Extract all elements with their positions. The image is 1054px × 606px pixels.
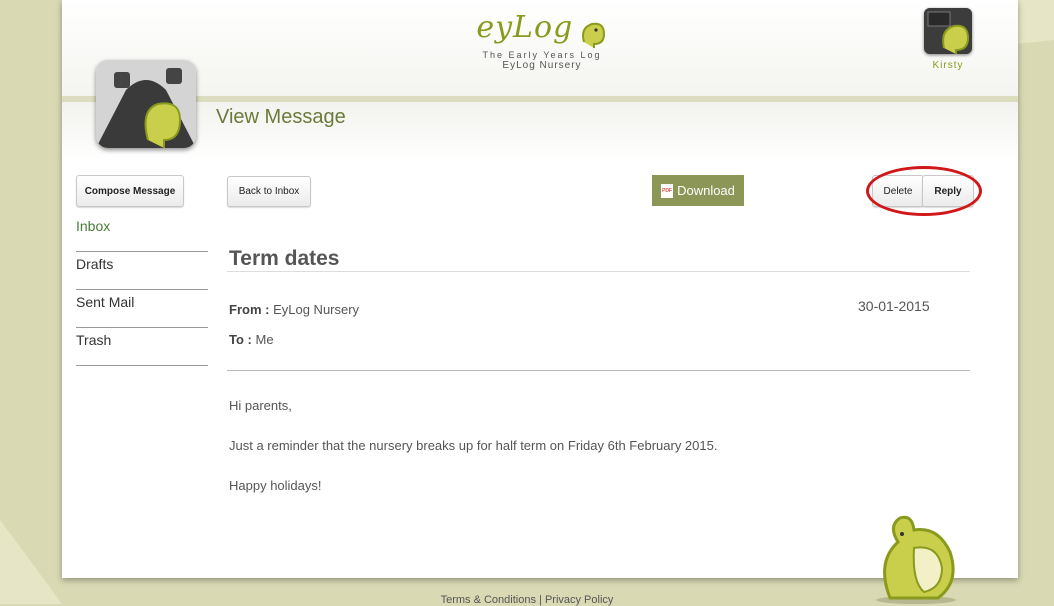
back-to-inbox-button[interactable]: Back to Inbox [227, 176, 311, 207]
sidebar-item-drafts[interactable]: Drafts [76, 252, 208, 290]
sidebar-item-sent-mail[interactable]: Sent Mail [76, 290, 208, 328]
download-button[interactable]: PDF Download [652, 175, 744, 206]
folder-list: Inbox Drafts Sent Mail Trash [76, 214, 208, 366]
title-band [62, 102, 1018, 162]
avatar[interactable] [924, 8, 972, 54]
download-label: Download [677, 183, 735, 198]
to-value: Me [255, 332, 274, 347]
page-title: View Message [216, 106, 346, 128]
page-container: eyLog The Early Years Log EyLog Nursery … [62, 0, 1018, 578]
terms-link[interactable]: Terms & Conditions [441, 594, 536, 606]
message-body-line: Just a reminder that the nursery breaks … [229, 438, 718, 453]
from-value: EyLog Nursery [273, 302, 360, 317]
footer: Terms & Conditions | Privacy Policy [0, 594, 1054, 606]
to-label: To : [229, 332, 252, 347]
sidebar-item-trash[interactable]: Trash [76, 328, 208, 366]
road-elephant-app-icon [96, 60, 196, 148]
highlight-circle [866, 166, 982, 216]
user-menu[interactable]: Kirsty [918, 8, 978, 71]
privacy-link[interactable]: Privacy Policy [545, 594, 613, 606]
message-body-line: Happy holidays! [229, 478, 322, 493]
user-name[interactable]: Kirsty [918, 60, 978, 71]
message-to: To : Me [229, 332, 274, 347]
footer-separator: | [539, 594, 542, 606]
logo-tagline: The Early Years Log [482, 49, 602, 60]
elephant-mascot-icon [876, 515, 956, 604]
pdf-icon: PDF [661, 183, 674, 198]
nursery-name: EyLog Nursery [502, 59, 582, 71]
header: eyLog The Early Years Log EyLog Nursery … [62, 0, 1018, 102]
divider [227, 370, 970, 371]
message-body-line: Hi parents, [229, 398, 292, 413]
eylog-logo: eyLog The Early Years Log EyLog Nursery [462, 6, 622, 86]
message-from: From : EyLog Nursery [229, 302, 359, 317]
message-date: 30-01-2015 [858, 298, 930, 314]
sidebar-item-inbox[interactable]: Inbox [76, 214, 208, 252]
compose-message-button[interactable]: Compose Message [76, 175, 184, 207]
from-label: From : [229, 302, 270, 317]
divider [227, 271, 970, 272]
message-subject: Term dates [229, 247, 340, 270]
elephant-logo-icon [581, 22, 605, 48]
chalkboard-elephant-avatar-icon [924, 8, 972, 54]
logo-word: eyLog [476, 10, 574, 45]
